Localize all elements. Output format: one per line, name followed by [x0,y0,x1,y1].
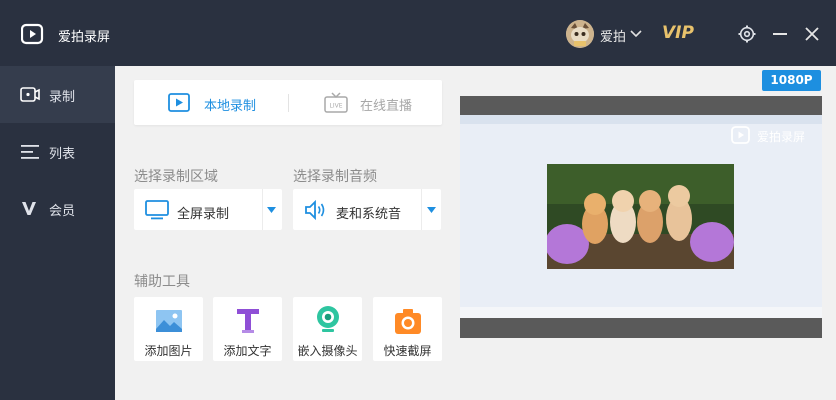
audio-section-label: 选择录制音频 [293,169,377,185]
audio-select-value: 麦和系统音 [336,207,402,222]
tools-section-label: 辅助工具 [134,274,190,290]
preview-taskbar [460,307,822,318]
text-t-icon [237,309,259,333]
app-title: 爱拍录屏 [58,30,111,45]
audio-select-separator [421,189,422,230]
sidebar-item-list[interactable]: 列表 [0,123,115,180]
gear-icon[interactable] [738,25,756,43]
tool-label: 快速截屏 [383,344,432,358]
image-icon [156,310,182,332]
tool-label: 添加图片 [144,344,193,358]
region-section-label: 选择录制区域 [134,169,218,185]
region-select-separator [262,189,263,230]
user-name[interactable]: 爱拍 [600,26,626,45]
camera-record-icon [20,87,40,102]
chevron-down-icon[interactable] [630,30,642,38]
chevron-down-icon[interactable] [267,207,276,213]
tool-label: 嵌入摄像头 [297,344,358,358]
speaker-icon [305,199,325,221]
sidebar-item-vip[interactable]: 会员 [0,180,115,237]
tool-label: 添加文字 [223,344,272,358]
sidebar-item-label: 列表 [49,147,76,162]
monitor-icon [145,200,169,220]
tab-local-record[interactable]: 本地录制 [204,95,256,114]
sidebar-item-label: 会员 [49,204,76,219]
screenshot-camera-icon [395,309,421,334]
mode-divider [288,94,289,112]
watermark-logo-icon [731,126,750,144]
preview-watermark: 爱拍录屏 [757,130,806,144]
cat-avatar-icon [566,20,594,48]
preview-toolbar [460,115,822,124]
local-record-icon[interactable] [168,93,190,112]
close-icon[interactable] [805,27,819,41]
chevron-down-icon[interactable] [427,207,436,213]
app-logo-icon [21,23,44,45]
avatar[interactable] [566,20,594,48]
title-bar [0,0,836,66]
list-icon [21,145,39,159]
vip-badge[interactable]: VIP [662,23,694,43]
webcam-icon [317,306,339,332]
minimize-icon[interactable] [773,33,787,36]
sidebar-item-label: 录制 [49,90,76,105]
tab-live-stream[interactable]: 在线直播 [360,95,412,114]
kittens-photo [547,164,734,269]
sidebar-item-record[interactable]: 录制 [0,66,115,123]
vip-v-icon [22,202,36,215]
resolution-badge[interactable]: 1080P [762,70,821,91]
region-select-value: 全屏录制 [177,207,230,222]
live-tv-icon[interactable]: LIVE [324,92,348,113]
svg-text:LIVE: LIVE [329,103,342,110]
